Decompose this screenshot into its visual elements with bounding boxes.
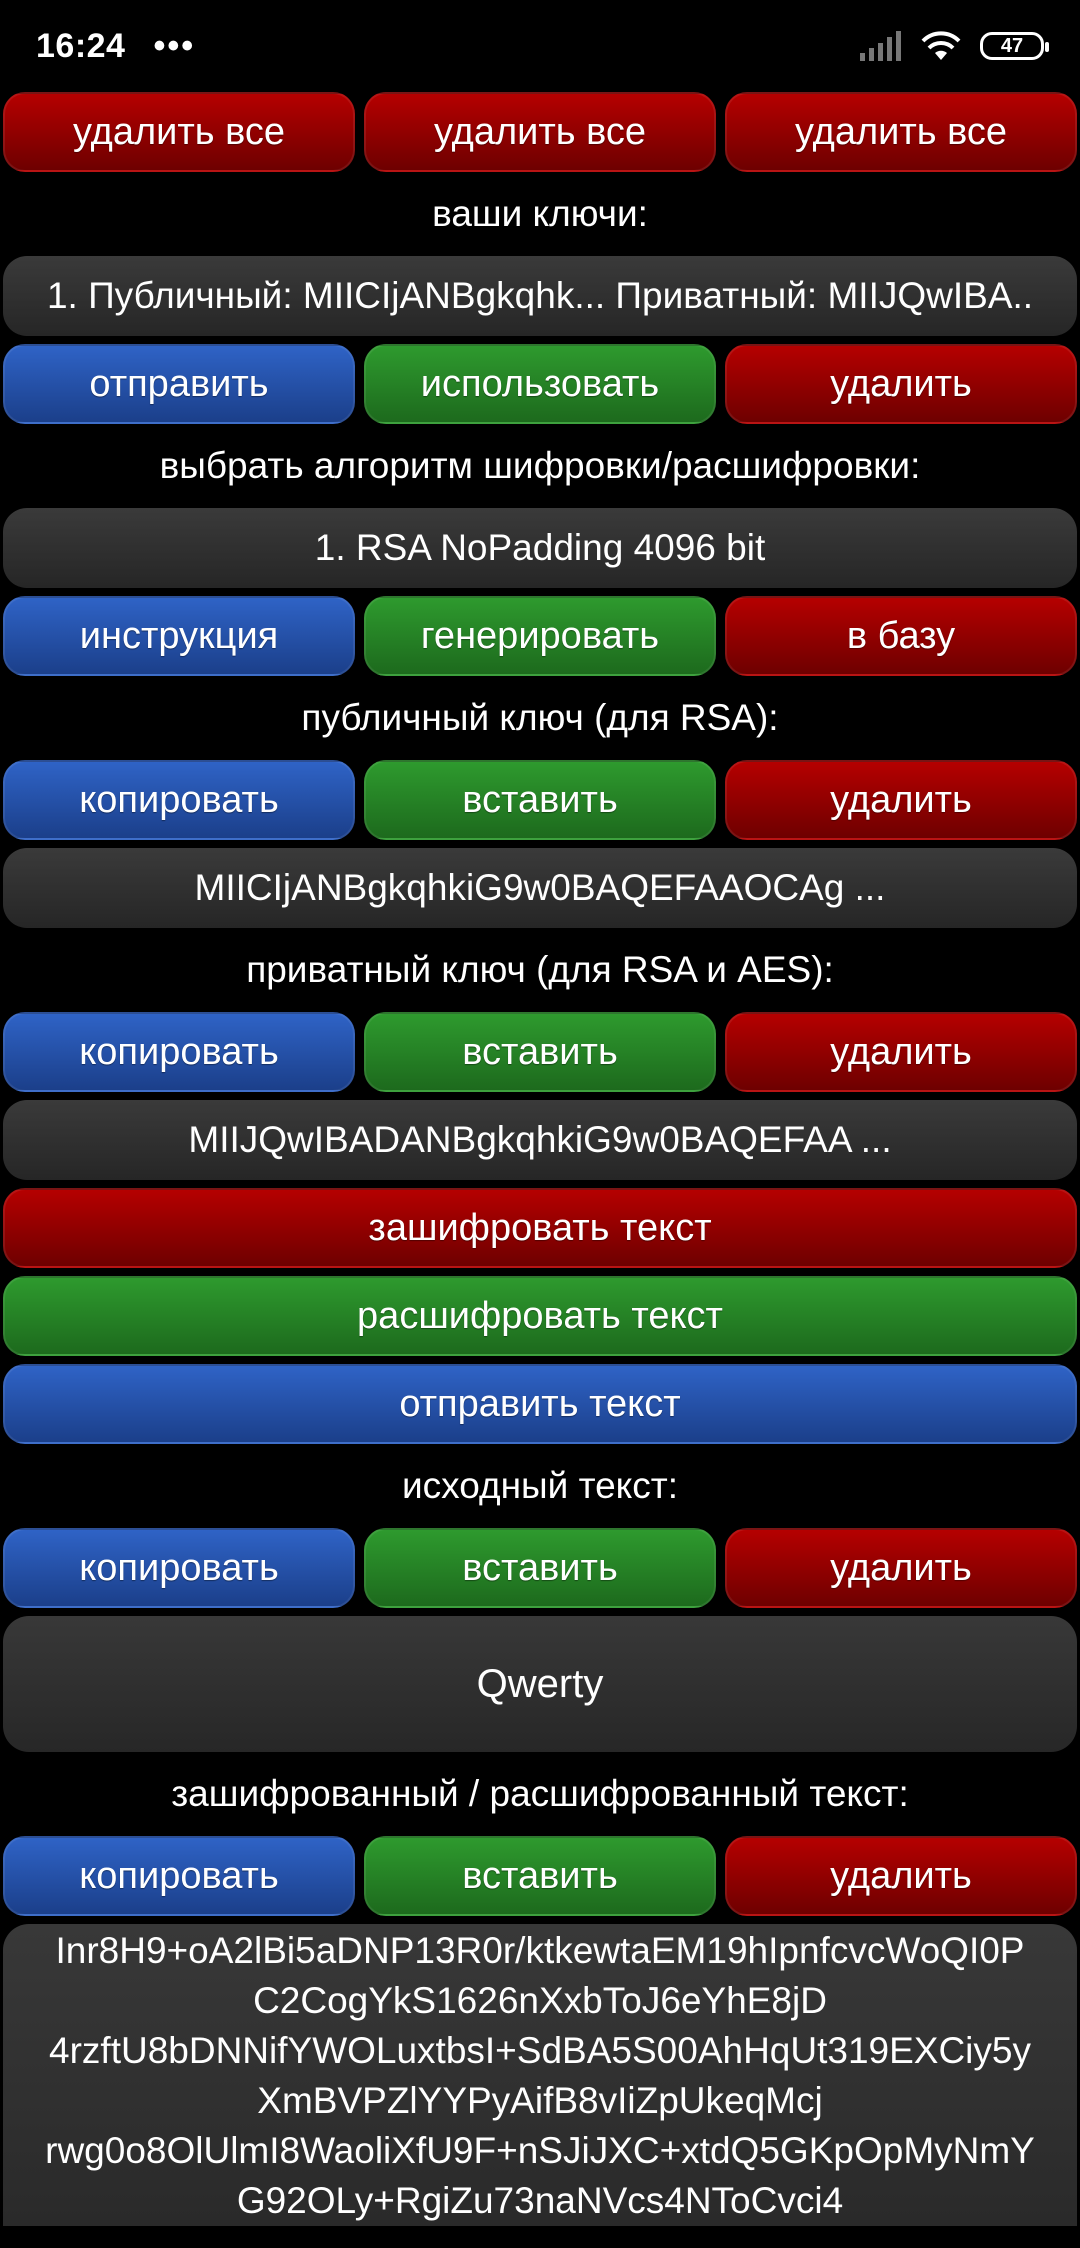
paste-public-key-button[interactable]: вставить [364, 760, 716, 840]
delete-all-button-2[interactable]: удалить все [364, 92, 716, 172]
public-key-field[interactable]: MIICIjANBgkqhkiG9w0BAQEFAAOCAg ... [3, 848, 1077, 928]
delete-private-key-button[interactable]: удалить [725, 1012, 1077, 1092]
copy-private-key-button[interactable]: копировать [3, 1012, 355, 1092]
delete-all-button-3[interactable]: удалить все [725, 92, 1077, 172]
wifi-icon [921, 31, 961, 60]
delete-all-row: удалить все удалить все удалить все [3, 92, 1077, 172]
generate-button[interactable]: генерировать [364, 596, 716, 676]
to-database-button[interactable]: в базу [725, 596, 1077, 676]
keys-actions-row: отправить использовать удалить [3, 344, 1077, 424]
signal-icon [860, 31, 901, 61]
keys-list-item[interactable]: 1. Публичный: MIICIjANBgkqhk... Приватны… [3, 256, 1077, 336]
status-bar: 16:24 ••• 47 [0, 0, 1080, 92]
decrypt-row: расшифровать текст [3, 1276, 1077, 1356]
encrypt-row: зашифровать текст [3, 1188, 1077, 1268]
result-line: C2CogYkS1626nXxbToJ6eYhE8jD [253, 1980, 827, 2021]
paste-result-button[interactable]: вставить [364, 1836, 716, 1916]
use-key-button[interactable]: использовать [364, 344, 716, 424]
more-notifications-icon: ••• [153, 26, 196, 65]
private-key-field[interactable]: MIIJQwIBADANBgkqhkiG9w0BAQEFAA ... [3, 1100, 1077, 1180]
delete-result-button[interactable]: удалить [725, 1836, 1077, 1916]
result-line: 4rzftU8bDNNifYWOLuxtbsI+SdBA5S00AhHqUt31… [49, 2030, 1031, 2071]
send-text-row: отправить текст [3, 1364, 1077, 1444]
status-left: 16:24 ••• [36, 27, 195, 66]
result-actions-row: копировать вставить удалить [3, 1836, 1077, 1916]
private-key-actions-row: копировать вставить удалить [3, 1012, 1077, 1092]
source-text-input[interactable]: Qwerty [3, 1616, 1077, 1752]
result-text-label: зашифрованный / расшифрованный текст: [171, 1773, 909, 1814]
copy-source-button[interactable]: копировать [3, 1528, 355, 1608]
battery-icon: 47 [980, 32, 1049, 60]
paste-source-button[interactable]: вставить [364, 1528, 716, 1608]
delete-source-button[interactable]: удалить [725, 1528, 1077, 1608]
result-line: Inr8H9+oA2lBi5aDNP13R0r/ktkewtaEM19hIpnf… [55, 1930, 1025, 1971]
keys-label: ваши ключи: [432, 193, 648, 234]
result-line: rwg0o8OlUlmI8WaoliXfU9F+nSJiJXC+xtdQ5GKp… [45, 2130, 1035, 2171]
copy-result-button[interactable]: копировать [3, 1836, 355, 1916]
result-line: XmBVPZlYYPyAifB8vIiZpUkeqMcj [257, 2080, 823, 2121]
status-time: 16:24 [36, 26, 126, 65]
algorithm-select[interactable]: 1. RSA NoPadding 4096 bit [3, 508, 1077, 588]
delete-all-button-1[interactable]: удалить все [3, 92, 355, 172]
delete-key-button[interactable]: удалить [725, 344, 1077, 424]
public-key-actions-row: копировать вставить удалить [3, 760, 1077, 840]
private-key-label: приватный ключ (для RSA и AES): [246, 949, 834, 990]
send-text-button[interactable]: отправить текст [3, 1364, 1077, 1444]
source-actions-row: копировать вставить удалить [3, 1528, 1077, 1608]
status-right: 47 [858, 30, 1049, 62]
decrypt-text-button[interactable]: расшифровать текст [3, 1276, 1077, 1356]
algorithm-label: выбрать алгоритм шифровки/расшифровки: [159, 445, 921, 486]
copy-public-key-button[interactable]: копировать [3, 760, 355, 840]
paste-private-key-button[interactable]: вставить [364, 1012, 716, 1092]
public-key-label: публичный ключ (для RSA): [301, 697, 779, 738]
instruction-button[interactable]: инструкция [3, 596, 355, 676]
result-text-output[interactable]: Inr8H9+oA2lBi5aDNP13R0r/ktkewtaEM19hIpnf… [3, 1924, 1077, 2226]
result-line: G92OLy+RgiZu73naNVcs4NToCvci4 [236, 2180, 844, 2221]
source-text-label: исходный текст: [401, 1465, 679, 1506]
delete-public-key-button[interactable]: удалить [725, 760, 1077, 840]
send-key-button[interactable]: отправить [3, 344, 355, 424]
encrypt-text-button[interactable]: зашифровать текст [3, 1188, 1077, 1268]
algorithm-actions-row: инструкция генерировать в базу [3, 596, 1077, 676]
main-content: удалить все удалить все удалить все ваши… [0, 92, 1080, 2226]
